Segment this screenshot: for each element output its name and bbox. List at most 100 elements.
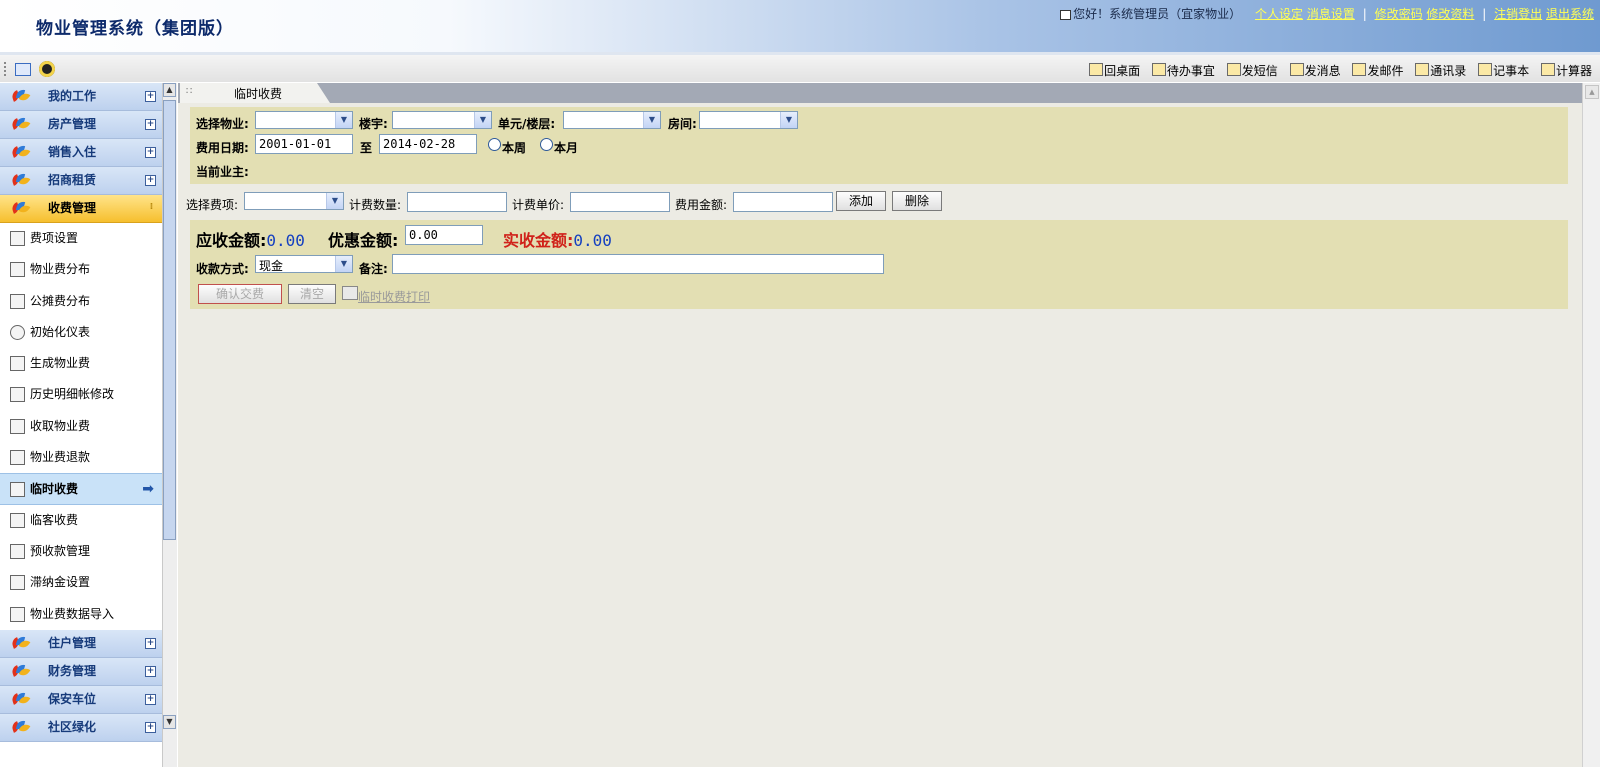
print-link[interactable]: 临时收费打印 [358,288,430,305]
gauge-icon [10,324,25,340]
room-select[interactable]: ▼ [699,111,798,129]
toolbar-todo[interactable]: 待办事宜 [1151,63,1215,78]
toolbar-grip-icon [4,62,9,76]
message-folder-icon [1289,63,1304,76]
sidebar-item-collect-fee[interactable]: 收取物业费 [0,410,162,443]
fee-amount-label: 费用金额: [675,198,728,212]
toolbar-sms[interactable]: 发短信 [1226,63,1278,78]
fee-amount-input[interactable] [733,192,833,212]
greeting-text: 您好！系统管理员（宜家物业） [1073,7,1242,21]
main-scrollbar[interactable]: ▲ [1582,83,1600,767]
sms-icon [1226,63,1241,76]
toolbar-message[interactable]: 发消息 [1289,63,1341,78]
arrow-right-icon: ➡ [142,481,154,498]
sidebar-item-shared-fee-distribution[interactable]: 公摊费分布 [0,285,162,317]
expand-icon[interactable]: + [145,175,156,186]
unit-price-input[interactable] [570,192,670,212]
sidebar-group-sales[interactable]: 销售入住 + [0,139,162,167]
sidebar-group-security-parking[interactable]: 保安车位 + [0,685,162,714]
payment-method-select[interactable]: 现金 ▼ [255,255,353,273]
add-button[interactable]: 添加 [836,191,886,211]
quantity-input[interactable] [407,192,507,212]
edit-icon [10,512,25,528]
medal-icon [10,575,25,591]
separator: | [1482,7,1487,21]
sidebar-item-prepayment[interactable]: 预收款管理 [0,535,162,568]
sidebar-item-fee-settings[interactable]: 费项设置 [0,223,162,255]
clear-button[interactable]: 清空 [288,284,336,304]
exit-system-link[interactable]: 退出系统 [1546,7,1594,21]
edit-icon [10,482,25,498]
personal-settings-link[interactable]: 个人设定 [1255,7,1303,21]
change-password-link[interactable]: 修改密码 [1375,7,1423,21]
expand-icon[interactable]: + [145,147,156,158]
scroll-up-icon[interactable]: ▲ [163,83,176,97]
receivable-value: 0.00 [266,231,305,250]
expand-icon[interactable]: + [145,721,156,733]
sidebar-group-greening[interactable]: 社区绿化 + [0,713,162,742]
sidebar-item-data-import[interactable]: 物业费数据导入 [0,598,162,630]
bird-logo-icon [10,663,31,678]
room-label: 房间: [668,117,697,131]
sidebar-group-billing[interactable]: 收费管理 ⁞ [0,195,162,223]
sidebar-group-leasing[interactable]: 招商租赁 + [0,167,162,195]
sidebar-item-guest-charge[interactable]: 临客收费 [0,504,162,536]
scroll-down-icon[interactable]: ▼ [163,715,176,729]
remark-input[interactable] [392,254,884,274]
payment-panel: 应收金额:0.00 优惠金额: 0.00 实收金额:0.00 收款方式: 现金 … [190,220,1568,309]
expand-icon[interactable]: + [145,91,156,102]
mail-icon [1352,63,1367,76]
edit-doc-icon [10,387,25,403]
delete-button[interactable]: 删除 [892,191,942,211]
scrollbar-thumb[interactable] [163,100,176,540]
home-icon [1089,63,1104,76]
sidebar-item-property-fee-distribution[interactable]: 物业费分布 [0,254,162,286]
expand-icon[interactable]: + [145,637,156,649]
confirm-payment-button[interactable]: 确认交费 [198,284,282,304]
expand-icon[interactable]: + [145,119,156,130]
expand-icon[interactable]: + [145,693,156,705]
sidebar-item-history-edit[interactable]: 历史明细帐修改 [0,379,162,411]
unit-floor-select[interactable]: ▼ [563,111,661,129]
sidebar-scrollbar[interactable]: ▲ ▼ [162,83,177,767]
scroll-up-icon[interactable]: ▲ [1585,85,1599,99]
sidebar-item-generate-fee[interactable]: 生成物业费 [0,348,162,380]
date-from-input[interactable]: 2001-01-01 [255,134,353,154]
toolbar-contacts[interactable]: 通讯录 [1415,63,1466,78]
discount-input[interactable]: 0.00 [405,225,483,245]
import-icon [10,606,25,622]
date-to-input[interactable]: 2014-02-28 [379,134,477,154]
collapse-grip-icon[interactable]: ⁞ [147,203,156,212]
message-settings-link[interactable]: 消息设置 [1307,7,1355,21]
message-icon[interactable] [1060,9,1072,20]
sidebar-group-finance[interactable]: 财务管理 + [0,657,162,686]
actual-amount: 实收金额:0.00 [503,231,612,250]
toolbar-calculator[interactable]: 计算器 [1540,63,1592,78]
property-select[interactable]: ▼ [255,111,353,129]
expand-icon[interactable]: + [145,665,156,677]
chevron-down-icon: ▼ [780,112,797,128]
tab-temporary-charge[interactable]: ∷ 临时收费 [180,83,330,103]
receivable-amount: 应收金额:0.00 [196,231,305,250]
sidebar-item-init-meters[interactable]: 初始化仪表 [0,316,162,349]
this-week-radio[interactable] [488,138,501,151]
date-label: 费用日期: [196,141,249,155]
sidebar-item-temporary-charge[interactable]: 临时收费 ➡ [0,473,162,505]
grid-icon [10,262,25,278]
logout-link[interactable]: 注销登出 [1494,7,1542,21]
toolbar-email[interactable]: 发邮件 [1352,63,1403,78]
toolbar-home[interactable]: 回桌面 [1089,63,1140,78]
sidebar-item-late-fee[interactable]: 滞纳金设置 [0,567,162,599]
this-month-radio[interactable] [540,138,553,151]
sidebar-group-my-work[interactable]: 我的工作 + [0,83,162,111]
window-icon[interactable] [14,62,31,76]
sidebar-group-residents[interactable]: 住户管理 + [0,629,162,658]
edit-profile-link[interactable]: 修改资料 [1426,7,1474,21]
building-select[interactable]: ▼ [392,111,492,129]
fee-item-select[interactable]: ▼ [244,192,344,210]
chat-avatar-icon[interactable] [38,61,55,77]
sidebar-item-refund[interactable]: 物业费退款 [0,442,162,474]
sidebar-group-property[interactable]: 房产管理 + [0,111,162,139]
notebook-icon [1478,63,1493,76]
toolbar-notebook[interactable]: 记事本 [1478,63,1529,78]
